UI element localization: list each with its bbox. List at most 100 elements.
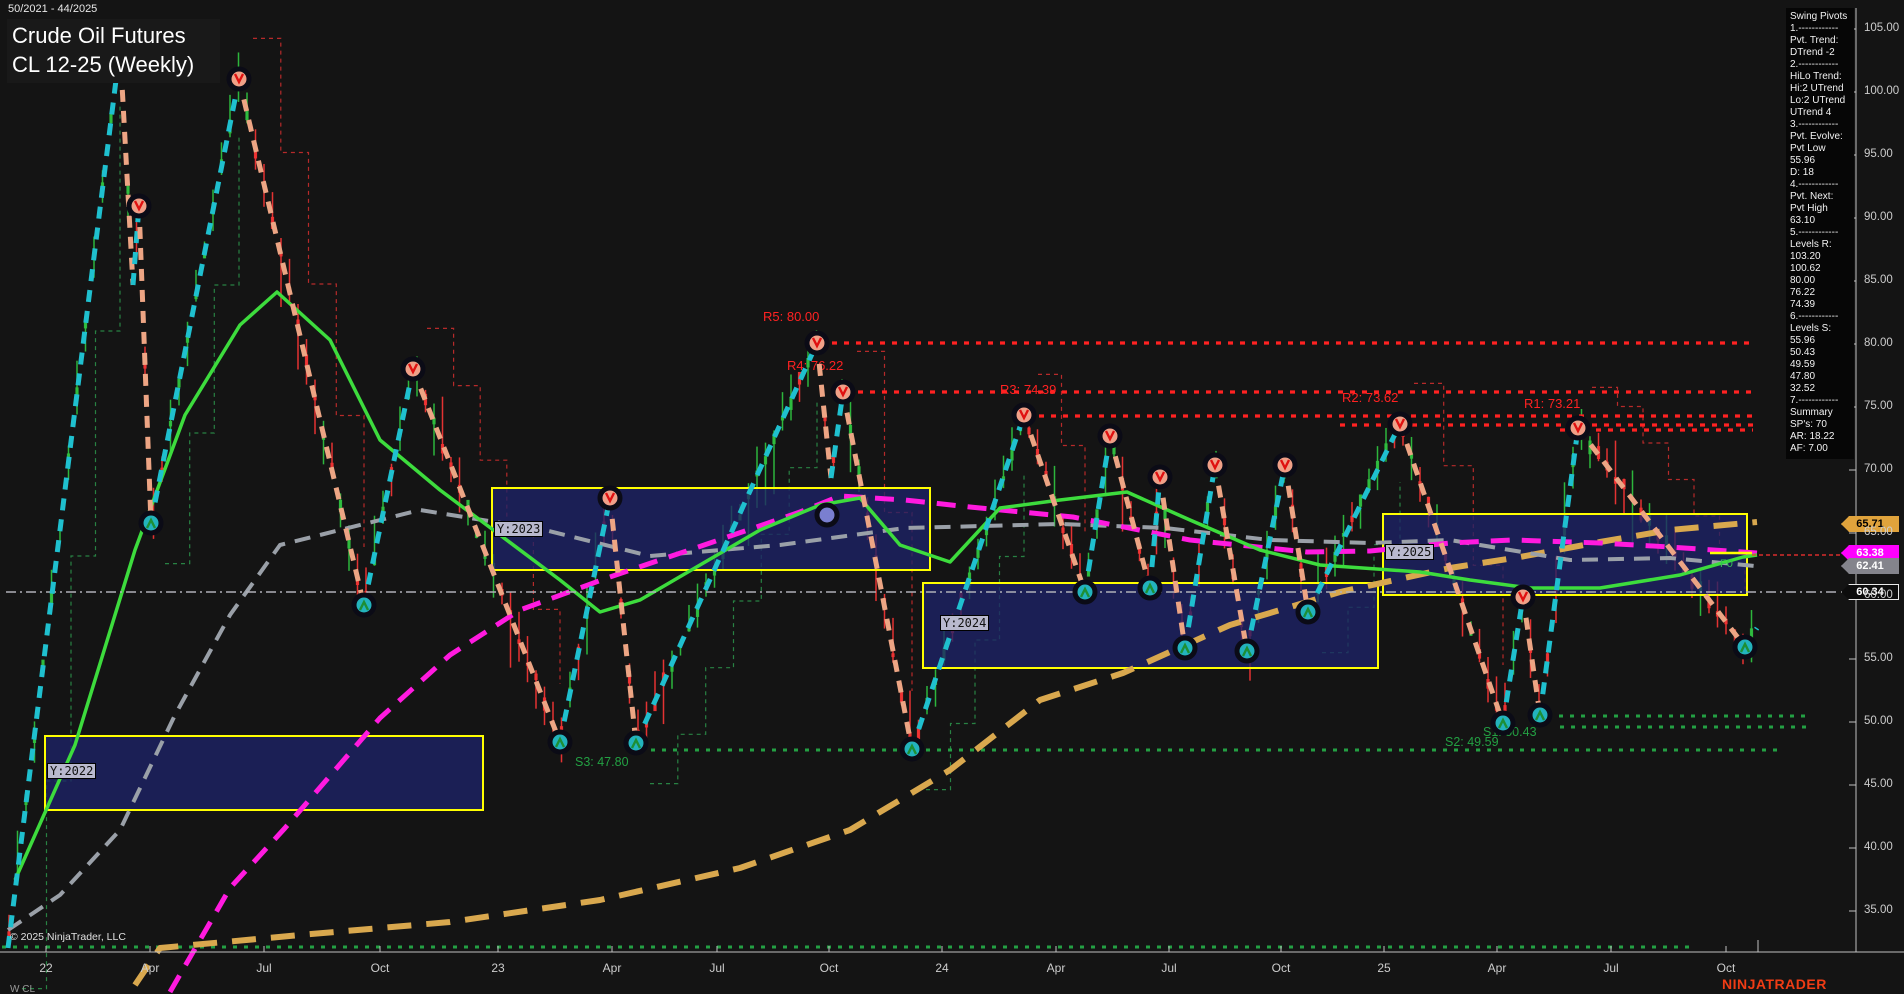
zigzag-down-leg[interactable] <box>139 206 151 523</box>
chart-title-line1: Crude Oil Futures <box>12 21 220 50</box>
time-axis-label[interactable]: Oct <box>820 961 839 975</box>
pivot-low-dot[interactable] <box>1175 638 1195 658</box>
pivot-low-dot[interactable] <box>141 513 161 533</box>
resistance-label: R3: 74.39 <box>1000 382 1056 397</box>
pivot-high-dot[interactable] <box>1275 455 1295 475</box>
price-axis-label: 85.00 <box>1864 274 1893 286</box>
price-axis-label: 55.00 <box>1864 652 1893 664</box>
time-axis-label[interactable]: Jul <box>1161 961 1176 975</box>
pivot-low-dot[interactable] <box>902 739 922 759</box>
pivot-high-dot[interactable] <box>403 359 423 379</box>
pivot-high-dot[interactable] <box>1568 418 1588 438</box>
copyright-label: © 2025 NinjaTrader, LLC <box>10 931 126 943</box>
candle-body <box>764 456 767 464</box>
panel-line: 32.52 <box>1790 383 1854 395</box>
pivot-low-dot[interactable] <box>1493 713 1513 733</box>
panel-line: 50.43 <box>1790 347 1854 359</box>
year-box-label[interactable]: Y:2023 <box>494 521 543 537</box>
panel-line: 76.22 <box>1790 287 1854 299</box>
zigzag-down-leg[interactable] <box>239 79 364 605</box>
price-axis-label: 90.00 <box>1864 211 1893 223</box>
pivot-high-dot[interactable] <box>129 196 149 216</box>
price-axis-label: 60.00 <box>1864 589 1893 601</box>
zigzag-up-leg[interactable] <box>8 48 120 948</box>
pivot-high-dot[interactable] <box>1150 467 1170 487</box>
time-axis-label[interactable]: 24 <box>935 961 949 975</box>
pivot-low-dot[interactable] <box>1735 637 1755 657</box>
time-axis-label[interactable]: Jul <box>709 961 724 975</box>
stop-staircase-short <box>253 38 364 547</box>
price-axis-label: 75.00 <box>1864 400 1893 412</box>
time-axis-label[interactable]: 22 <box>39 961 53 975</box>
f0-label: F0 <box>1720 558 1733 570</box>
support-label: S2: 49.59 <box>1445 735 1499 749</box>
pivot-low-dot[interactable] <box>1237 641 1257 661</box>
date-range-label: 50/2021 - 44/2025 <box>8 3 97 15</box>
resistance-label: R4: 76.22 <box>787 358 843 373</box>
candle-body <box>1027 428 1030 435</box>
pivot-high-dot[interactable] <box>1205 455 1225 475</box>
stop-staircase-short <box>1038 374 1085 534</box>
price-axis-label: 50.00 <box>1864 715 1893 727</box>
pivot-low-dot[interactable] <box>354 595 374 615</box>
panel-line: 7.------------ <box>1790 395 1854 407</box>
price-chart[interactable]: R5: 80.00R4: 76.22R3: 74.39R2: 73.62R1: … <box>0 0 1904 994</box>
candle-body <box>1061 527 1064 533</box>
pivot-high-dot[interactable] <box>1100 426 1120 446</box>
panel-line: HiLo Trend: <box>1790 71 1854 83</box>
resistance-label: R5: 80.00 <box>763 309 819 324</box>
time-axis-label[interactable]: 23 <box>491 961 505 975</box>
zigzag-up-leg[interactable] <box>151 79 239 523</box>
pivot-low-dot[interactable] <box>550 732 570 752</box>
pivot-low-dot[interactable] <box>1298 602 1318 622</box>
time-axis-label[interactable]: Apr <box>141 961 160 975</box>
time-axis-label[interactable]: Apr <box>1488 961 1507 975</box>
candle-body <box>1359 494 1362 506</box>
support-label: S3: 47.80 <box>575 755 629 769</box>
panel-line: 3.------------ <box>1790 119 1854 131</box>
time-axis-label[interactable]: Jul <box>1603 961 1618 975</box>
time-axis-label[interactable]: Apr <box>1047 961 1066 975</box>
year-box-label[interactable]: Y:2024 <box>940 615 989 631</box>
pivot-high-dot[interactable] <box>1014 405 1034 425</box>
time-axis-label[interactable]: 25 <box>1377 961 1391 975</box>
resistance-label: R2: 73.62 <box>1342 390 1398 405</box>
year-range-box[interactable] <box>45 736 483 810</box>
zigzag-down-leg[interactable] <box>120 48 133 285</box>
time-axis-label[interactable]: Oct <box>371 961 390 975</box>
pivot-low-dot[interactable] <box>626 733 646 753</box>
zigzag-down-leg[interactable] <box>1110 436 1150 588</box>
time-axis-label[interactable]: Oct <box>1272 961 1291 975</box>
zigzag-up-leg[interactable] <box>364 369 413 605</box>
price-axis-label: 95.00 <box>1864 148 1893 160</box>
panel-line: 5.------------ <box>1790 227 1854 239</box>
zigzag-down-leg[interactable] <box>1523 597 1540 715</box>
price-axis-label: 105.00 <box>1864 22 1899 34</box>
panel-line: 2.------------ <box>1790 59 1854 71</box>
year-box-label[interactable]: Y:2025 <box>1385 544 1434 560</box>
pivot-low-dot[interactable] <box>1530 705 1550 725</box>
pivot-high-dot[interactable] <box>1513 587 1533 607</box>
panel-line: Hi:2 UTrend <box>1790 83 1854 95</box>
time-axis-label[interactable]: Oct <box>1717 961 1736 975</box>
instrument-label: W CL <box>10 984 35 994</box>
candle-body <box>169 421 172 426</box>
price-axis-label: 70.00 <box>1864 463 1893 475</box>
pivot-high-dot[interactable] <box>600 488 620 508</box>
chart-title-line2: CL 12-25 (Weekly) <box>12 50 220 79</box>
panel-line: Levels S: <box>1790 323 1854 335</box>
pivot-high-dot[interactable] <box>807 333 827 353</box>
time-axis-label[interactable]: Jul <box>256 961 271 975</box>
panel-line: 47.80 <box>1790 371 1854 383</box>
zigzag-up-leg[interactable] <box>1503 597 1523 723</box>
time-axis-label[interactable]: Apr <box>603 961 622 975</box>
panel-line: 4.------------ <box>1790 179 1854 191</box>
pivot-low-dot[interactable] <box>1075 582 1095 602</box>
year-box-label[interactable]: Y:2022 <box>47 763 96 779</box>
pivot-neutral-dot[interactable] <box>817 505 837 525</box>
pivot-high-dot[interactable] <box>229 69 249 89</box>
panel-line: 63.10 <box>1790 215 1854 227</box>
pivot-low-dot[interactable] <box>1140 578 1160 598</box>
pivot-high-dot[interactable] <box>1390 414 1410 434</box>
pivot-high-dot[interactable] <box>833 382 853 402</box>
